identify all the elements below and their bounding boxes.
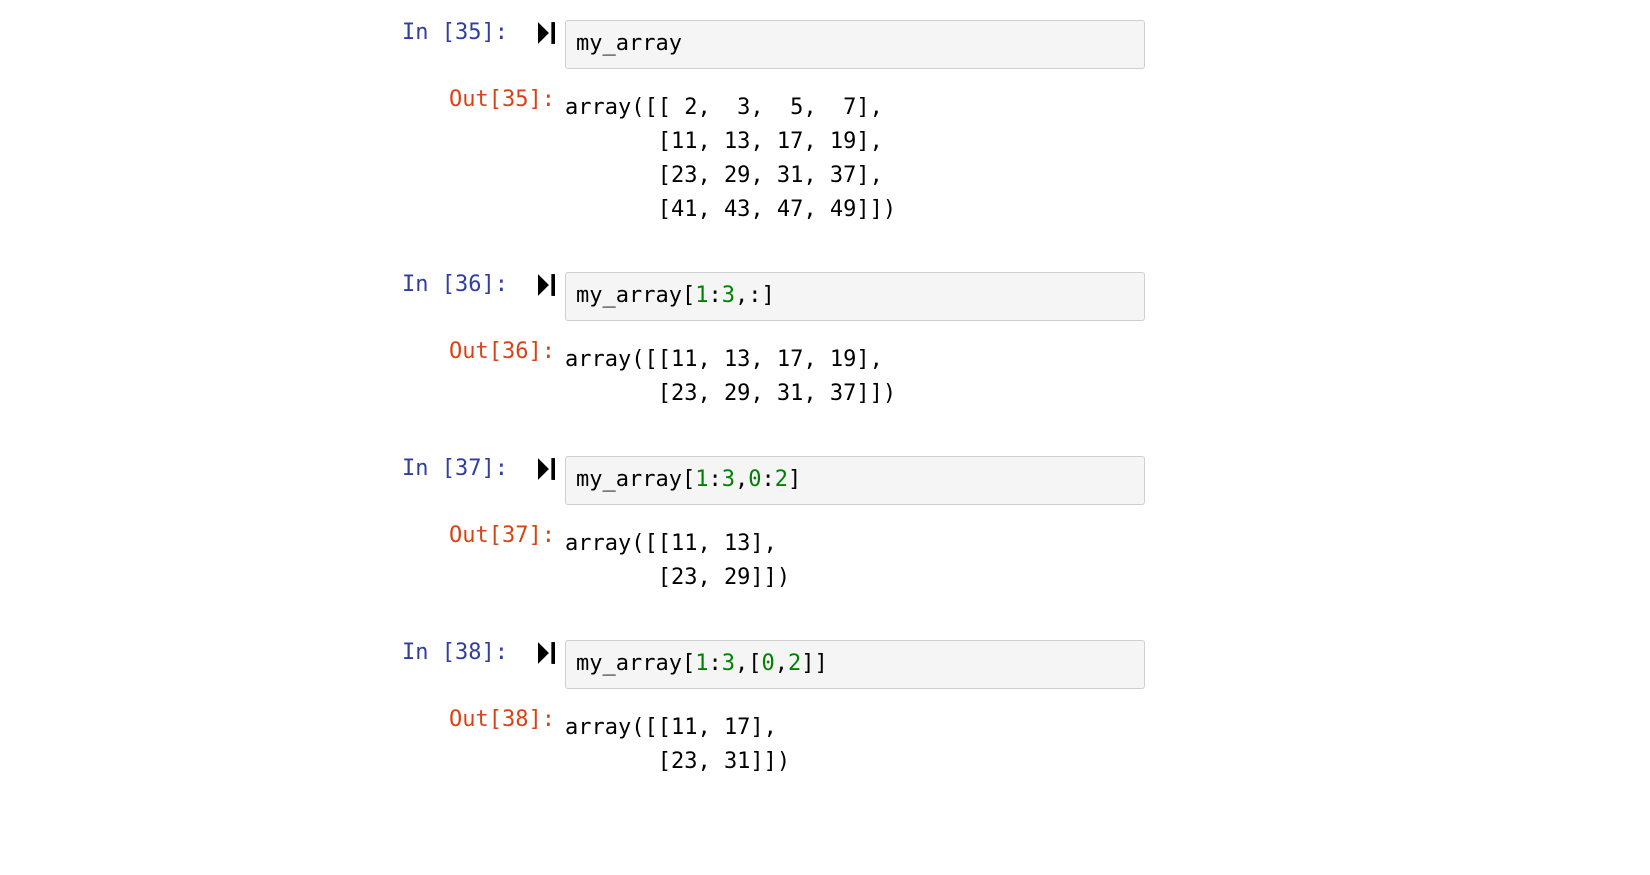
code-token: ] [788,467,801,492]
code-number-token: 1 [695,651,708,676]
code-number-token: 2 [775,467,788,492]
output-prompt: Out[38]: [449,707,555,732]
code-cell: In [35]: my_array Out[35]: array([[ 2, 3, 5… [0,20,1650,227]
code-token: : [761,467,774,492]
output-text: array([[11, 17], [23, 31]]) [565,707,790,779]
output-prompt: Out[37]: [449,523,555,548]
code-input[interactable]: my_array[1:3,:] [565,272,1145,321]
input-prompt: In [36]: [402,272,538,297]
input-row: In [36]: my_array[1:3,:] [0,272,1650,321]
input-prompt-area: In [37]: [0,456,565,481]
code-token: , [735,467,748,492]
output-text: array([[11, 13, 17, 19], [23, 29, 31, 37… [565,339,896,411]
code-token: my_array[ [576,283,695,308]
input-prompt-area: In [38]: [0,640,565,665]
code-number-token: 0 [761,651,774,676]
code-token: ,:] [735,283,775,308]
output-row: Out[36]: array([[11, 13, 17, 19], [23, 29… [0,339,1650,411]
output-row: Out[37]: array([[11, 13], [23, 29]]) [0,523,1650,595]
code-token: my_array[ [576,651,695,676]
code-token: ]] [801,651,828,676]
output-prompt: Out[36]: [449,339,555,364]
code-number-token: 3 [722,283,735,308]
code-number-token: 3 [722,651,735,676]
output-prompt-area: Out[38]: [0,707,565,732]
run-cell-icon[interactable] [538,274,555,296]
code-cell: In [37]:my_array[1:3,0:2]Out[37]:array([… [0,456,1650,595]
output-text: array([[ 2, 3, 5, 7], [11, 13, 17, 19], … [565,87,896,227]
code-number-token: 2 [788,651,801,676]
input-prompt-area: In [36]: [0,272,565,297]
input-row: In [38]: my_array[1:3,[0,2]] [0,640,1650,689]
run-cell-icon[interactable] [538,642,555,664]
code-number-token: 1 [695,467,708,492]
code-token: : [708,283,721,308]
code-token: : [708,651,721,676]
output-prompt-area: Out[36]: [0,339,565,364]
input-prompt-area: In [35]: [0,20,565,45]
output-text: array([[11, 13], [23, 29]]) [565,523,790,595]
run-cell-icon[interactable] [538,22,555,44]
output-prompt-area: Out[35]: [0,87,565,112]
code-input[interactable]: my_array[1:3,[0,2]] [565,640,1145,689]
input-prompt: In [35]: [402,20,538,45]
code-number-token: 3 [722,467,735,492]
code-input[interactable]: my_array [565,20,1145,69]
code-token: , [775,651,788,676]
run-cell-icon[interactable] [538,458,555,480]
code-token: ,[ [735,651,762,676]
notebook-container: In [35]: my_array Out[35]: array([[ 2, 3, 5… [0,20,1650,779]
code-input[interactable]: my_array[1:3,0:2] [565,456,1145,505]
code-token: : [708,467,721,492]
input-row: In [37]:my_array[1:3,0:2] [0,456,1650,505]
output-prompt-area: Out[37]: [0,523,565,548]
output-row: Out[35]: array([[ 2, 3, 5, 7], [11, 13, 1… [0,87,1650,227]
input-row: In [35]: my_array [0,20,1650,69]
code-number-token: 1 [695,283,708,308]
code-cell: In [38]: my_array[1:3,[0,2]] Out[38]: array… [0,640,1650,779]
input-prompt: In [37]: [402,456,538,481]
code-token: my_array[ [576,467,695,492]
output-prompt: Out[35]: [449,87,555,112]
code-token: my_array [576,31,682,56]
input-prompt: In [38]: [402,640,538,665]
code-cell: In [36]: my_array[1:3,:] Out[36]: array([[1… [0,272,1650,411]
output-row: Out[38]: array([[11, 17], [23, 31]]) [0,707,1650,779]
code-number-token: 0 [748,467,761,492]
